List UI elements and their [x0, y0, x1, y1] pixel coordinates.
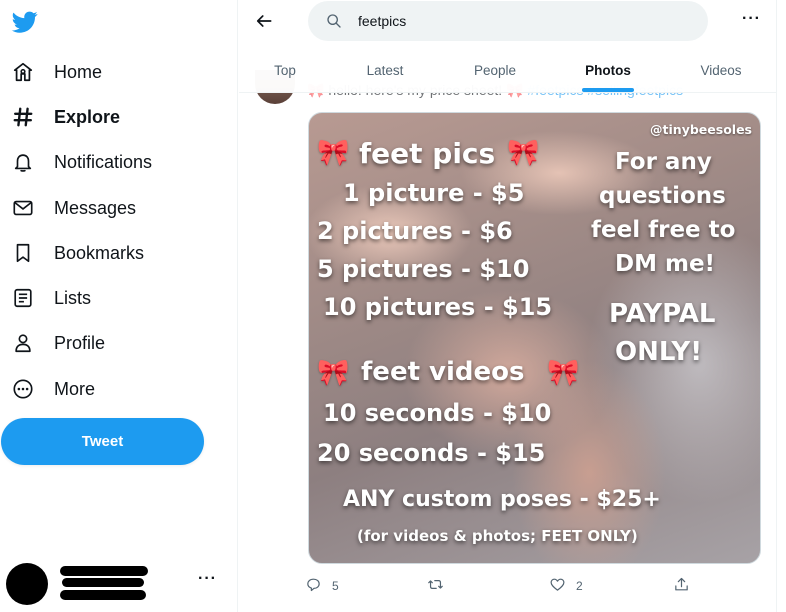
person-icon [10, 330, 36, 356]
tab-top[interactable]: Top [243, 48, 327, 92]
price-line: 20 seconds - $15 [317, 439, 546, 467]
price-line: 5 pictures - $10 [317, 255, 530, 283]
nav-messages-label: Messages [54, 197, 137, 218]
redacted-name [62, 578, 144, 587]
hashtag-icon [10, 104, 36, 130]
account-switcher[interactable]: ··· [0, 560, 238, 608]
avatar [6, 563, 48, 605]
search-header: ··· Top Latest People Photos Videos [239, 0, 776, 93]
photo-heading-feet-pics: feet pics [359, 137, 496, 170]
photo-heading-feet-videos: feet videos [361, 357, 525, 387]
photo-side-text: feel free to [591, 217, 736, 243]
nav-more[interactable]: More [0, 369, 95, 409]
tab-label: People [473, 62, 517, 78]
bow-emoji: 🎀 [317, 137, 350, 167]
bow-emoji: 🎀 [507, 137, 540, 167]
tweet[interactable]: 🎀 hello! here's my price sheet! 🎀 #feetp… [239, 70, 776, 612]
nav-lists[interactable]: Lists [0, 278, 91, 318]
photo-watermark: @tinybeesoles [650, 122, 752, 137]
search-bar[interactable] [308, 1, 708, 41]
twitter-logo-icon[interactable] [11, 9, 39, 35]
photo-custom-text: ANY custom poses - $25+ [343, 487, 661, 512]
retweet-button[interactable] [427, 570, 454, 602]
tab-videos[interactable]: Videos [679, 48, 763, 92]
photo-side-text: questions [599, 183, 726, 209]
nav-bookmarks-label: Bookmarks [54, 242, 145, 263]
main-column: 🎀 hello! here's my price sheet! 🎀 #feetp… [239, 0, 777, 612]
photo-note-text: (for videos & photos; FEET ONLY) [357, 527, 638, 545]
tab-label: Videos [700, 62, 742, 78]
price-line: 1 picture - $5 [343, 179, 525, 207]
nav-messages[interactable]: Messages [0, 188, 136, 228]
tab-label: Top [274, 62, 296, 78]
search-tabs: Top Latest People Photos Videos [239, 48, 776, 92]
nav-explore-label: Explore [54, 106, 121, 127]
bow-emoji: 🎀 [317, 357, 350, 387]
nav-notifications-label: Notifications [54, 151, 153, 172]
account-more-icon: ··· [198, 570, 217, 587]
back-arrow-icon [256, 15, 272, 27]
nav-bookmarks[interactable]: Bookmarks [0, 233, 144, 273]
bow-emoji: 🎀 [547, 357, 580, 387]
tab-label: Photos [585, 62, 631, 78]
home-icon [10, 59, 36, 85]
envelope-icon [10, 195, 36, 221]
nav-notifications[interactable]: Notifications [0, 142, 152, 182]
nav-explore[interactable]: Explore [0, 97, 120, 137]
tab-photos[interactable]: Photos [566, 48, 650, 92]
nav-home[interactable]: Home [0, 52, 102, 92]
redacted-handle [60, 590, 146, 600]
photo-side-text: DM me! [615, 251, 716, 277]
reply-button[interactable]: 5 [305, 570, 339, 602]
more-circle-icon [10, 376, 36, 402]
back-button[interactable] [251, 8, 277, 34]
retweet-icon [427, 576, 444, 596]
tweet-actions: 5 2 [305, 570, 725, 602]
like-count: 2 [576, 579, 583, 593]
nav-home-label: Home [54, 61, 103, 82]
list-icon [10, 285, 36, 311]
photo-paypal-text: ONLY! [615, 337, 703, 367]
price-line: 2 pictures - $6 [317, 217, 513, 245]
reply-icon [305, 576, 322, 596]
nav-lists-label: Lists [54, 287, 92, 308]
reply-count: 5 [332, 579, 339, 593]
tweet-button[interactable]: Tweet [1, 418, 204, 465]
tab-label: Latest [366, 62, 404, 78]
search-more-icon[interactable]: ··· [742, 10, 761, 28]
bookmark-icon [10, 240, 36, 266]
heart-icon [549, 576, 566, 596]
nav-more-label: More [54, 378, 96, 399]
search-input[interactable] [358, 13, 678, 29]
nav-profile-label: Profile [54, 332, 106, 353]
bell-icon [10, 149, 36, 175]
left-sidebar: Home Explore Notifications Messages Book… [0, 0, 238, 612]
price-line: 10 seconds - $10 [323, 399, 552, 427]
nav-profile[interactable]: Profile [0, 323, 105, 363]
share-button[interactable] [673, 570, 690, 602]
tab-people[interactable]: People [453, 48, 537, 92]
like-button[interactable]: 2 [549, 570, 583, 602]
share-icon [673, 576, 690, 596]
price-line: 10 pictures - $15 [323, 293, 553, 321]
photo-side-text: For any [615, 149, 712, 175]
tab-underline [582, 88, 634, 92]
search-icon [326, 13, 342, 29]
photo-paypal-text: PAYPAL [609, 299, 716, 329]
tweet-photo[interactable]: @tinybeesoles 🎀 feet pics 🎀 1 picture - … [308, 112, 761, 564]
tab-latest[interactable]: Latest [343, 48, 427, 92]
redacted-name [60, 566, 148, 576]
